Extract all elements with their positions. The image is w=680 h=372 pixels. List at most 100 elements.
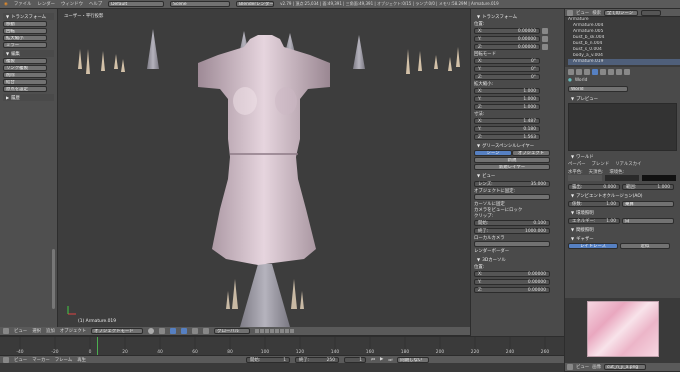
select-menu[interactable]: 選択 xyxy=(32,328,41,334)
timeline-playback-menu[interactable]: 再生 xyxy=(77,357,86,363)
scale-y[interactable]: Y: 1.000 xyxy=(474,95,540,102)
outliner-view-menu[interactable]: ビュー xyxy=(576,10,589,16)
object-tab-icon[interactable] xyxy=(600,69,606,75)
editor-type-icon[interactable] xyxy=(3,328,9,334)
transform-panel-header[interactable]: ▼ トランスフォーム xyxy=(3,13,54,20)
layout-selector[interactable]: Default xyxy=(108,1,165,7)
grease-scene-tab[interactable]: シーン xyxy=(474,150,512,156)
lock-icon[interactable] xyxy=(542,27,548,34)
uv-view-menu[interactable]: ビュー xyxy=(576,364,589,370)
scale-x[interactable]: X: 1.000 xyxy=(474,87,540,94)
rotate-button[interactable]: 回転 xyxy=(3,28,47,34)
delete-button[interactable]: 削除 xyxy=(3,72,47,78)
uv-image-selector[interactable]: cut_n_ji_a.png xyxy=(603,364,646,370)
outliner-search-field[interactable] xyxy=(640,9,661,16)
grease-new-button[interactable]: 新規 xyxy=(474,157,550,163)
scene-tab-icon[interactable] xyxy=(584,69,590,75)
range-field[interactable]: 範囲: 1.000 xyxy=(622,183,674,190)
transform-header[interactable]: ▼ トランスフォーム xyxy=(474,13,561,20)
outliner-search-menu[interactable]: 検索 xyxy=(592,10,601,16)
outliner-editor-icon[interactable] xyxy=(567,9,573,16)
env-light-header[interactable]: ▼ 環境照明 xyxy=(568,209,677,216)
history-panel-header[interactable]: ▶ 履歴 xyxy=(3,94,54,101)
frame-start-field[interactable]: 開始: 1 xyxy=(246,356,290,363)
world-datablock-field[interactable]: World xyxy=(568,86,628,92)
current-frame-field[interactable]: 1 xyxy=(344,356,366,363)
frame-end-field[interactable]: 終了: 250 xyxy=(295,356,339,363)
layer-grid[interactable] xyxy=(255,329,295,333)
lock-icon[interactable] xyxy=(542,43,548,50)
uv-image-menu[interactable]: 画像 xyxy=(592,364,601,370)
blender-logo-icon[interactable]: ◉ xyxy=(4,2,8,7)
constraints-tab-icon[interactable] xyxy=(608,69,614,75)
blend-sky-checkbox[interactable]: ブレンド xyxy=(592,161,610,167)
lens-field[interactable]: レンズ: 35.000 xyxy=(474,180,550,187)
exposure-field[interactable]: 露出: 0.000 xyxy=(568,183,620,190)
scene-selector[interactable]: Scene xyxy=(170,1,231,7)
menu-render[interactable]: レンダー xyxy=(37,1,55,7)
layers-tab-icon[interactable] xyxy=(576,69,582,75)
duplicate-button[interactable]: 複製 xyxy=(3,58,47,64)
render-border-checkbox[interactable]: レンダーボーダー xyxy=(474,248,561,254)
zenith-color-swatch[interactable] xyxy=(605,175,639,181)
mode-selector[interactable]: オブジェクトモード xyxy=(91,328,144,334)
ao-mode-selector[interactable]: 乗算 xyxy=(622,200,674,207)
timeline-marker-menu[interactable]: マーカー xyxy=(32,357,50,363)
mirror-button[interactable]: ミラー xyxy=(3,42,47,48)
world-tab-icon[interactable] xyxy=(592,69,598,75)
object-menu[interactable]: オブジェクト xyxy=(60,328,86,334)
scale-button[interactable]: 拡大縮小 xyxy=(3,35,47,41)
menu-file[interactable]: ファイル xyxy=(14,1,32,7)
scale-icon[interactable] xyxy=(203,328,210,334)
indirect-light-header[interactable]: ▼ 間接照明 xyxy=(568,226,677,233)
grease-pencil-header[interactable]: ▼ グリースペンシルレイヤー xyxy=(474,142,561,149)
dimension-z[interactable]: Z: 1.563 xyxy=(474,133,540,140)
3d-cursor-header[interactable]: ▼ 3Dカーソル xyxy=(474,256,561,263)
dimension-x[interactable]: X: 1.487 xyxy=(474,117,540,124)
gather-raytrace-tab[interactable]: レイトレース xyxy=(568,243,618,249)
timeline-playhead[interactable] xyxy=(97,337,98,355)
rotation-x[interactable]: X: 0° xyxy=(474,57,540,64)
clip-start-field[interactable]: 開始: 0.100 xyxy=(474,219,550,226)
play-icon[interactable]: ▶ xyxy=(380,357,383,362)
edit-panel-header[interactable]: ▼ 編集 xyxy=(3,50,54,57)
jump-start-icon[interactable]: ⏮ xyxy=(371,357,375,363)
shading-icon[interactable] xyxy=(148,328,155,334)
cursor-x[interactable]: X: 0.00000 xyxy=(474,270,550,277)
cursor-z[interactable]: Z: 0.00000 xyxy=(474,286,550,293)
grease-new-layer-button[interactable]: 新規レイヤー xyxy=(474,164,550,170)
set-origin-button[interactable]: 原点を設定 xyxy=(3,86,47,92)
cursor-y[interactable]: Y: 0.00000 xyxy=(474,278,550,285)
rotation-z[interactable]: Z: 0° xyxy=(474,73,540,80)
timeline-frame-menu[interactable]: フレーム xyxy=(55,357,72,363)
preview-header[interactable]: ▼ プレビュー xyxy=(568,95,677,102)
outliner-item-selected[interactable]: Armature.019 xyxy=(568,59,680,65)
horizon-color-swatch[interactable] xyxy=(568,175,602,181)
real-sky-checkbox[interactable]: リアルスカイ xyxy=(615,161,641,167)
rotate-icon[interactable] xyxy=(192,328,199,334)
ao-header[interactable]: ▼ アンビエントオクルージョン(AO) xyxy=(568,192,677,199)
render-engine-selector[interactable]: Blenderレンダー xyxy=(236,1,275,7)
env-energy-field[interactable]: エネルギー: 1.00 xyxy=(568,217,620,224)
outliner-filter-selector[interactable]: 全てのシーン xyxy=(603,9,638,16)
pivot-icon[interactable] xyxy=(159,328,166,334)
translate-icon[interactable] xyxy=(181,328,188,334)
paper-sky-checkbox[interactable]: ペーパー xyxy=(568,161,586,167)
clip-end-field[interactable]: 終了: 1000.000 xyxy=(474,227,550,234)
location-y[interactable]: Y: 0.00000 xyxy=(474,35,540,42)
timeline[interactable]: -40 -20 0 20 40 60 80 100 120 140 160 180 200 220 240 2… xyxy=(0,336,564,364)
menu-help[interactable]: ヘルプ xyxy=(89,1,102,7)
ao-factor-field[interactable]: 係数: 1.00 xyxy=(568,200,620,207)
modifiers-tab-icon[interactable] xyxy=(616,69,622,75)
lock-icon[interactable] xyxy=(542,35,548,42)
scale-z[interactable]: Z: 1.000 xyxy=(474,103,540,110)
timeline-editor-icon[interactable] xyxy=(3,356,9,363)
local-camera-field[interactable] xyxy=(474,241,550,247)
orientation-selector[interactable]: グローバル xyxy=(214,328,251,334)
env-color-selector[interactable]: 白 xyxy=(622,217,674,224)
data-tab-icon[interactable] xyxy=(624,69,630,75)
toolshelf-scrollbar[interactable] xyxy=(52,249,55,309)
translate-button[interactable]: 移動 xyxy=(3,21,47,27)
render-tab-icon[interactable] xyxy=(568,69,574,75)
world-header[interactable]: ▼ ワールド xyxy=(568,153,677,160)
